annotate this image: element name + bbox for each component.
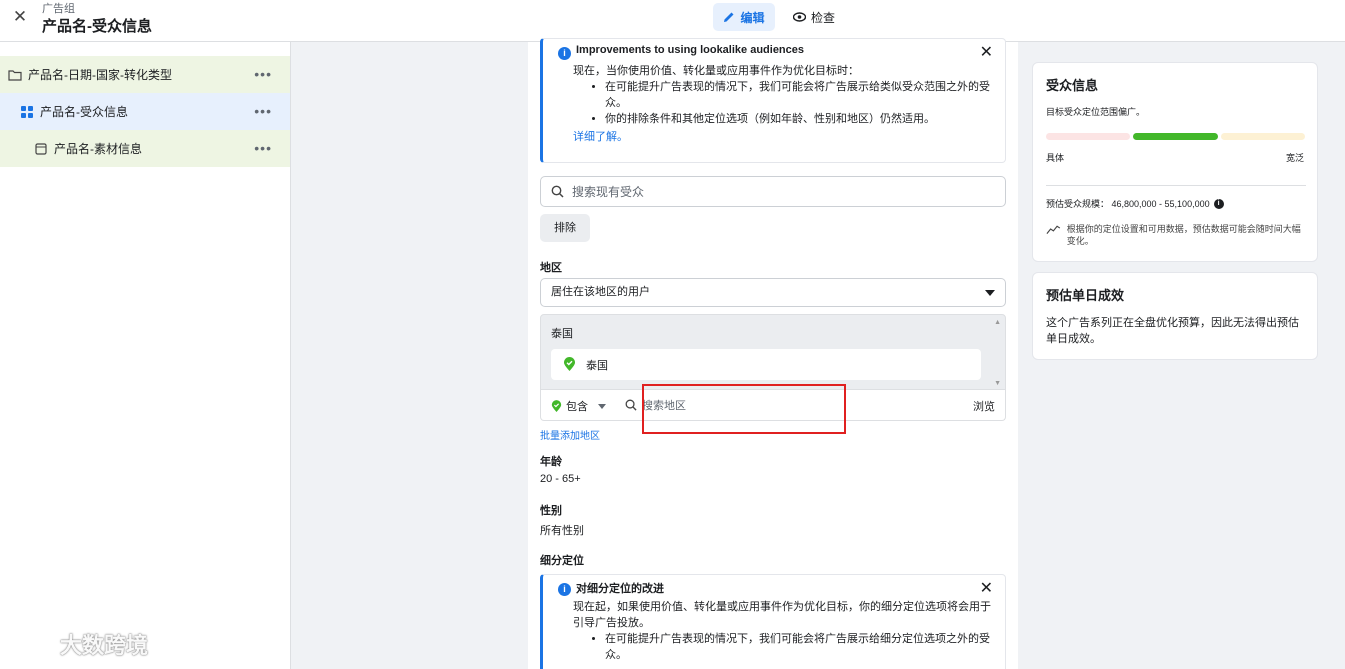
info-icon[interactable]: i (1213, 198, 1224, 209)
close-icon[interactable]: ✕ (980, 578, 993, 598)
estimate-note-text: 根据你的定位设置和可用数据，预估数据可能会随时间大幅变化。 (1066, 224, 1301, 246)
close-icon[interactable]: ✕ (980, 42, 993, 62)
detailed-targeting-label: 细分定位 (540, 555, 584, 567)
audience-size-text: 预估受众规模： 46,800,000 - 55,100,000 (1046, 199, 1210, 209)
selected-locations: 泰国 泰国 ▲ ▼ (540, 314, 1006, 390)
notice-bullet: 在可能提升广告表现的情况下，我们可能会将广告展示给类似受众范围之外的受众。 (605, 79, 998, 111)
gender-value[interactable]: 所有性别 (540, 522, 584, 538)
more-options-icon[interactable]: ••• (254, 66, 272, 82)
edit-mode-label: 编辑 (740, 10, 765, 25)
tree-item-label: 产品名-日期-国家-转化类型 (28, 68, 172, 82)
notice-body: 现在起，如果使用价值、转化量或应用事件作为优化目标，你的细分定位选项将会用于引导… (573, 599, 998, 663)
scroll-up-icon[interactable]: ▲ (994, 319, 1001, 326)
notice-lead: 现在，当你使用价值、转化量或应用事件作为优化目标时： (573, 65, 859, 77)
location-chip-label: 泰国 (586, 359, 608, 372)
location-pin-icon (551, 399, 562, 412)
watermark-logo: 大数跨境 (8, 628, 148, 660)
info-icon: i (558, 47, 571, 60)
breadcrumb: 广告组 (42, 3, 75, 15)
audience-definition-card: 受众信息 目标受众定位范围偏广。 具体 宽泛 预估受众规模： 46,800,00… (1032, 62, 1318, 262)
age-value[interactable]: 20 - 65+ (540, 473, 581, 485)
folder-icon (8, 69, 22, 81)
ad-icon (35, 142, 47, 155)
search-audience-input[interactable]: 搜索现有受众 (540, 176, 1006, 207)
exclude-button[interactable]: 排除 (540, 214, 590, 242)
tree-item-ad[interactable]: 产品名-素材信息 ••• (0, 130, 290, 167)
meter-label-broad: 宽泛 (1285, 153, 1304, 163)
browse-button[interactable]: 浏览 (973, 398, 995, 414)
info-icon: i (558, 583, 571, 596)
age-label: 年龄 (540, 456, 562, 468)
watermark-icon (9, 633, 52, 654)
highlight-box (642, 384, 846, 434)
detailed-targeting-notice: i 对细分定位的改进 ✕ 现在起，如果使用价值、转化量或应用事件作为优化目标，你… (540, 574, 1006, 669)
learn-more-link[interactable]: 详细了解。 (573, 129, 998, 145)
search-icon (551, 185, 564, 198)
scroll-down-icon[interactable]: ▼ (994, 380, 1001, 387)
pencil-icon (724, 12, 734, 22)
notice-body: 现在，当你使用价值、转化量或应用事件作为优化目标时： 在可能提升广告表现的情况下… (573, 63, 998, 145)
more-options-icon[interactable]: ••• (254, 140, 272, 156)
review-mode-label: 检查 (810, 10, 835, 25)
bulk-add-locations-link[interactable]: 批量添加地区 (540, 427, 600, 442)
notice-title: Improvements to using lookalike audience… (576, 44, 805, 56)
card-title: 预估单日成效 (1046, 288, 1125, 303)
audience-meter (1046, 133, 1306, 140)
search-icon (625, 399, 637, 411)
include-label: 包含 (566, 401, 588, 413)
caret-down-icon (985, 290, 995, 296)
audience-editor: i Improvements to using lookalike audien… (528, 38, 1018, 669)
caret-down-icon (598, 403, 606, 409)
tree-item-label: 产品名-素材信息 (54, 142, 142, 156)
top-bar: ✕ 广告组 产品名-受众信息 编辑 检查 (0, 0, 1345, 42)
meter-label-specific: 具体 (1046, 153, 1065, 163)
tree-item-adset[interactable]: 产品名-受众信息 ••• (0, 93, 290, 130)
edit-mode-button[interactable]: 编辑 (713, 3, 775, 31)
location-type-select[interactable]: 居住在该地区的用户 (540, 278, 1006, 307)
notice-bullet: 在可能提升广告表现的情况下，我们可能会将广告展示给细分定位选项之外的受众。 (605, 631, 998, 663)
search-audience-placeholder: 搜索现有受众 (572, 185, 645, 199)
notice-title: 对细分定位的改进 (576, 583, 664, 595)
notice-lead: 现在起，如果使用价值、转化量或应用事件作为优化目标，你的细分定位选项将会用于引导… (573, 601, 991, 629)
location-chip[interactable]: 泰国 (551, 349, 981, 380)
page-title: 产品名-受众信息 (42, 18, 152, 35)
more-options-icon[interactable]: ••• (254, 103, 272, 119)
tree-item-campaign[interactable]: 产品名-日期-国家-转化类型 ••• (0, 56, 290, 93)
notice-bullet: 你的排除条件和其他定位选项（例如年龄、性别和地区）仍然适用。 (605, 111, 998, 127)
location-label: 地区 (540, 262, 562, 274)
tree-item-label: 产品名-受众信息 (40, 105, 128, 119)
meter-segment-specific (1046, 133, 1130, 140)
country-header: 泰国 (551, 328, 573, 340)
card-title: 受众信息 (1046, 78, 1099, 93)
trend-icon (1046, 225, 1061, 234)
watermark-text: 大数跨境 (60, 633, 149, 658)
review-mode-button[interactable]: 检查 (786, 3, 842, 31)
close-icon[interactable]: ✕ (11, 8, 29, 26)
audience-size: 预估受众规模： 46,800,000 - 55,100,000 i (1046, 197, 1224, 210)
lookalike-notice: i Improvements to using lookalike audien… (540, 38, 1006, 163)
grid-icon (21, 105, 33, 118)
location-type-value: 居住在该地区的用户 (551, 286, 650, 298)
eye-icon (792, 12, 806, 22)
include-dropdown[interactable]: 包含 (551, 398, 606, 414)
meter-segment-active (1133, 133, 1218, 140)
divider (1046, 185, 1306, 186)
gender-label: 性别 (540, 505, 562, 517)
campaign-tree-sidebar: 产品名-日期-国家-转化类型 ••• 产品名-受众信息 ••• 产品名-素材信息… (0, 42, 291, 669)
daily-results-card: 预估单日成效 这个广告系列正在全盘优化预算，因此无法得出预估单日成效。 (1032, 272, 1318, 360)
meter-segment-broad (1221, 133, 1305, 140)
estimate-note: 根据你的定位设置和可用数据，预估数据可能会随时间大幅变化。 (1046, 223, 1308, 247)
daily-results-body: 这个广告系列正在全盘优化预算，因此无法得出预估单日成效。 (1046, 317, 1299, 345)
audience-breadth-desc: 目标受众定位范围偏广。 (1046, 107, 1146, 117)
location-pin-icon (564, 357, 575, 371)
